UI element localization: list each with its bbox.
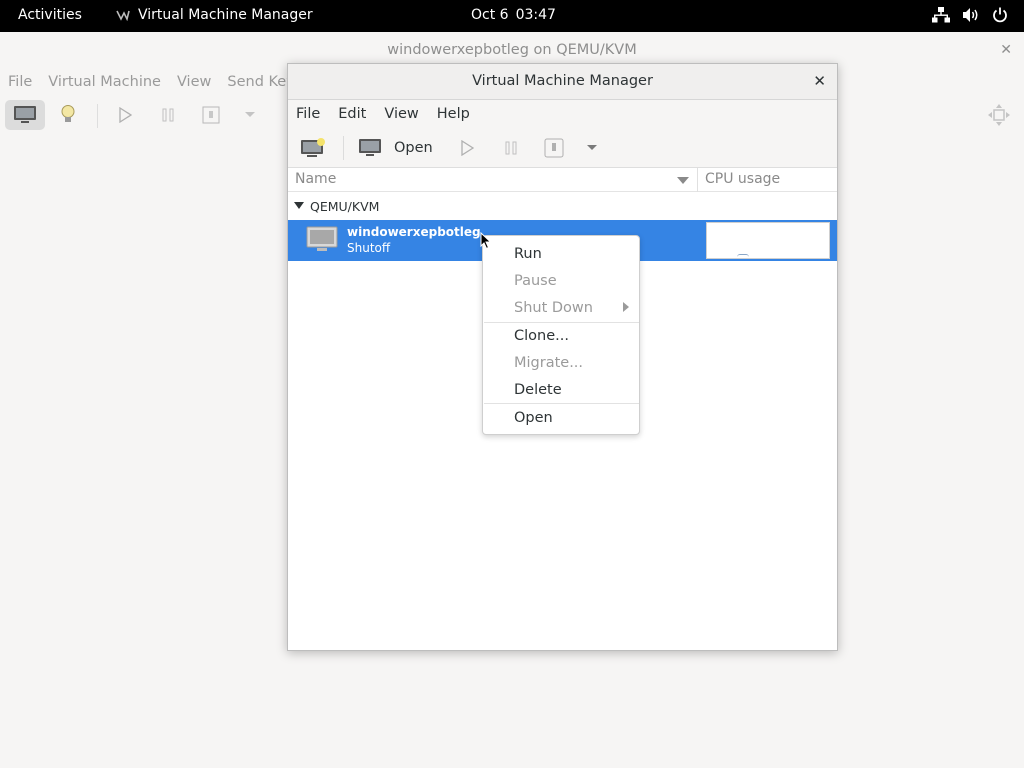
console-run-button[interactable] (112, 100, 138, 130)
show-details-button[interactable] (55, 100, 81, 130)
network-icon[interactable] (932, 7, 950, 23)
menu-help[interactable]: Help (437, 106, 470, 122)
shutdown-icon (544, 138, 564, 158)
menu-item-delete[interactable]: Delete (514, 380, 562, 400)
lightbulb-icon (61, 105, 75, 122)
pause-icon (162, 108, 174, 122)
monitor-icon (14, 106, 36, 123)
vm-monitor-icon (306, 226, 338, 251)
menu-separator (484, 322, 639, 323)
shutdown-icon (202, 106, 220, 124)
vm-list-header: Name CPU usage (288, 168, 837, 192)
manager-toolbar: Open (288, 128, 837, 168)
run-button[interactable] (460, 134, 474, 162)
pause-button[interactable] (504, 134, 518, 162)
menu-item-open[interactable]: Open (514, 408, 553, 428)
connection-label: QEMU/KVM (310, 199, 380, 214)
system-tray[interactable] (932, 7, 1008, 23)
shutdown-dropdown[interactable] (586, 134, 598, 162)
console-menu-virtual-machine[interactable]: Virtual Machine (48, 74, 161, 90)
monitor-icon (359, 139, 381, 156)
volume-icon[interactable] (962, 7, 980, 23)
console-shutdown-dropdown[interactable] (240, 100, 260, 130)
menu-edit[interactable]: Edit (338, 106, 366, 122)
console-pause-button[interactable] (155, 100, 181, 130)
console-menu-view[interactable]: View (177, 74, 211, 90)
vm-state: Shutoff (347, 241, 391, 255)
chevron-down-icon (587, 145, 597, 150)
open-button[interactable]: Open (358, 134, 433, 162)
console-shutdown-button[interactable] (198, 100, 224, 130)
toolbar-separator (97, 104, 98, 128)
menu-item-migrate[interactable]: Migrate... (514, 353, 583, 373)
gnome-top-bar: Activities Virtual Machine Manager Oct 6… (0, 0, 1024, 32)
shutdown-button[interactable] (544, 134, 564, 162)
name-column-header[interactable]: Name (295, 171, 336, 187)
clock[interactable]: Oct 6 03:47 (471, 7, 556, 23)
sort-descending-icon[interactable] (677, 177, 689, 184)
pause-icon (505, 141, 517, 155)
manager-titlebar: Virtual Machine Manager ✕ (288, 64, 837, 100)
app-menu[interactable]: Virtual Machine Manager (116, 7, 313, 23)
clock-time: 03:47 (515, 7, 556, 23)
menu-item-pause[interactable]: Pause (514, 271, 557, 291)
manager-title: Virtual Machine Manager (472, 73, 653, 89)
manager-menubar: File Edit View Help (288, 100, 837, 128)
app-menu-label: Virtual Machine Manager (138, 7, 313, 23)
show-console-button[interactable] (5, 100, 45, 130)
console-close-icon[interactable]: ✕ (1000, 32, 1012, 68)
expander-icon[interactable] (294, 202, 304, 209)
cpu-usage-graph (706, 222, 830, 259)
new-vm-icon (301, 138, 325, 157)
vm-context-menu: Run Pause Shut Down Clone... Migrate... … (482, 235, 640, 435)
connection-row[interactable]: QEMU/KVM (288, 192, 837, 220)
console-menu-file[interactable]: File (8, 74, 32, 90)
menu-file[interactable]: File (296, 106, 320, 122)
submenu-arrow-icon (623, 302, 629, 312)
clock-date: Oct 6 (471, 7, 509, 23)
open-button-label: Open (394, 140, 433, 156)
console-title: windowerxepbotleg on QEMU/KVM (387, 42, 637, 58)
chevron-down-icon (245, 112, 255, 117)
activities-button[interactable]: Activities (18, 7, 82, 23)
play-icon (461, 140, 474, 156)
menu-item-shut-down[interactable]: Shut Down (514, 298, 593, 318)
play-icon (119, 107, 132, 123)
graph-line (737, 254, 749, 257)
menu-item-run[interactable]: Run (514, 244, 542, 264)
menu-item-clone[interactable]: Clone... (514, 326, 569, 346)
power-icon[interactable] (992, 7, 1008, 23)
manager-close-icon[interactable]: ✕ (813, 64, 826, 99)
console-menu-send-key[interactable]: Send Key (227, 74, 294, 90)
virt-manager-app-icon (116, 10, 130, 21)
mouse-cursor-icon (480, 232, 492, 250)
menu-separator (484, 403, 639, 404)
new-vm-button[interactable] (300, 134, 326, 162)
vm-name: windowerxepbotleg (347, 225, 481, 239)
column-divider[interactable] (697, 168, 698, 192)
move-arrows-icon (988, 104, 1010, 126)
toolbar-separator (343, 136, 344, 160)
cpu-usage-column-header[interactable]: CPU usage (705, 171, 780, 187)
fullscreen-button[interactable] (984, 100, 1014, 130)
menu-view[interactable]: View (384, 106, 418, 122)
